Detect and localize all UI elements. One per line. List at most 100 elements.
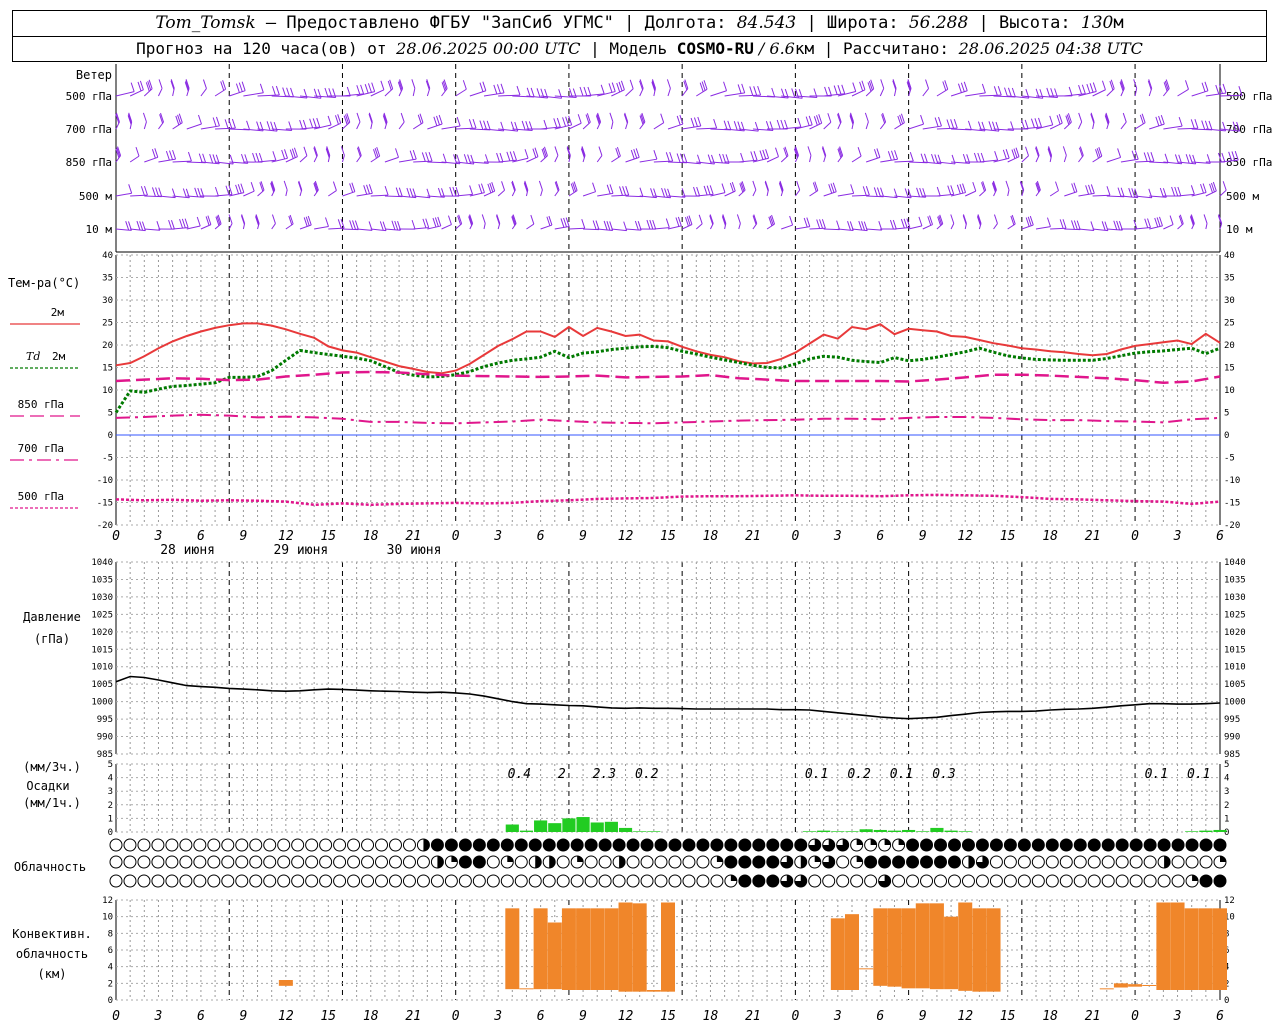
cloud-circle [584, 838, 598, 852]
wind-barb-flag [349, 220, 354, 230]
cloud-circle [1213, 874, 1227, 888]
cloud-fill-sector [856, 838, 863, 845]
wind-barb-flag [143, 185, 148, 196]
conv-bar [590, 908, 605, 990]
temp-ytick-left: 10 [102, 386, 113, 396]
conv-ytick-left: 2 [108, 979, 113, 989]
wind-barb-flag [780, 119, 785, 130]
cloud-circle [989, 855, 1003, 869]
cloud-circle [263, 874, 277, 888]
wind-barb-flag [683, 153, 688, 163]
wind-barb-shaft [596, 155, 603, 163]
wind-barb-flag [633, 149, 638, 159]
wind-barb-flag [425, 152, 430, 162]
wind-barb-flag [469, 185, 474, 195]
wind-barb-shaft [993, 223, 998, 230]
wind-barb-flag [231, 118, 236, 129]
temp-ytick-right: 5 [1224, 409, 1229, 419]
cloud-circle [822, 874, 836, 888]
cloud-circle [654, 874, 668, 888]
wind-barb-shaft [809, 227, 826, 230]
cloud-circle [570, 838, 584, 852]
wind-barb-flag [1203, 214, 1208, 224]
cloud-circle [850, 874, 864, 888]
cloud-circle [920, 855, 934, 869]
cloud-circle [724, 855, 738, 869]
wind-barb-flag [169, 150, 173, 160]
wind-barb-flag [481, 214, 486, 224]
prec-ytick-left: 5 [108, 760, 113, 770]
wind-barb-shaft [384, 156, 399, 163]
cloud-circle [934, 874, 948, 888]
wind-barb-flag [1164, 153, 1169, 163]
temp-day-label: 29 июня [273, 543, 328, 558]
cloud-circle [193, 855, 207, 869]
cloud-circle [1073, 838, 1087, 852]
wind-barb-flag [367, 83, 372, 93]
wind-barb-flag [1200, 183, 1204, 194]
wind-barb-flag [592, 182, 597, 192]
cloud-circle [263, 855, 277, 869]
cloud-circle [1171, 838, 1185, 852]
wind-barb-flag [436, 115, 440, 126]
wind-barb-flag [1117, 148, 1122, 158]
wind-barb-flag [697, 116, 702, 127]
prec-bar [930, 827, 944, 832]
wind-barb-flag [1171, 186, 1176, 197]
cloud-circle [906, 874, 920, 888]
cloud-fill-sector [968, 855, 975, 868]
wind-barb-flag [363, 185, 368, 195]
wind-barb-flag [962, 183, 967, 193]
temp-xtick: 0 [112, 529, 120, 544]
wind-barb-flag [598, 146, 603, 156]
wind-barb-flag [919, 187, 924, 198]
prec-bar [859, 829, 873, 832]
wind-barb-flag [937, 116, 942, 127]
cloud-circle [402, 855, 416, 869]
cloud-circle [388, 855, 402, 869]
cloud-circle [738, 874, 752, 888]
wind-barb-flag [499, 152, 504, 163]
temp-ytick-left: 20 [102, 341, 113, 351]
prec-bar [1213, 829, 1227, 832]
wind-barb-flag [972, 181, 977, 192]
wind-barb-flag [665, 218, 670, 228]
wind-barb-flag [391, 220, 396, 230]
cloud-circle [752, 874, 766, 888]
temp-ytick-right: 35 [1224, 274, 1235, 284]
wind-barb-shaft [695, 223, 703, 230]
cloud-circle [1171, 874, 1185, 888]
conv-xtick: 6 [197, 1009, 205, 1024]
cloud-circle [514, 874, 528, 888]
pres-ytick-left: 1005 [91, 680, 113, 690]
conv-bar [1156, 902, 1171, 990]
cloud-circle [319, 874, 333, 888]
wind-barb-flag [1106, 186, 1111, 196]
wind-barb-flag [957, 83, 962, 93]
wind-barb-flag [272, 151, 277, 161]
wind-barb-flag [950, 214, 955, 224]
temp-ytick-left: -5 [102, 454, 113, 464]
wind-barb-flag [536, 88, 541, 98]
wind-barb-shaft [172, 227, 189, 230]
cloud-circle [1087, 874, 1101, 888]
wind-barb-flag [1194, 119, 1199, 129]
prec-axis-label-3h: (мм/3ч.) [23, 760, 81, 774]
cloud-circle [151, 838, 165, 852]
wind-barb-flag [797, 117, 802, 128]
temp-xtick: 21 [405, 529, 421, 544]
cloud-circle [864, 855, 878, 869]
wind-barb-flag [1038, 117, 1042, 128]
wind-barb-flag [920, 114, 925, 125]
wind-barb-shaft [866, 228, 882, 231]
cloud-circle [1101, 855, 1115, 869]
wind-barb-shaft [781, 224, 793, 230]
cloud-circle [556, 838, 570, 852]
wind-barb-flag [562, 117, 567, 127]
wind-barb-flag [238, 82, 243, 92]
cloud-circle [696, 855, 710, 869]
wind-barb-flag [1090, 184, 1095, 194]
prec-bar [958, 831, 972, 832]
wind-barb-flag [286, 87, 291, 97]
wind-level-label-right: 850 гПа [1226, 156, 1272, 169]
